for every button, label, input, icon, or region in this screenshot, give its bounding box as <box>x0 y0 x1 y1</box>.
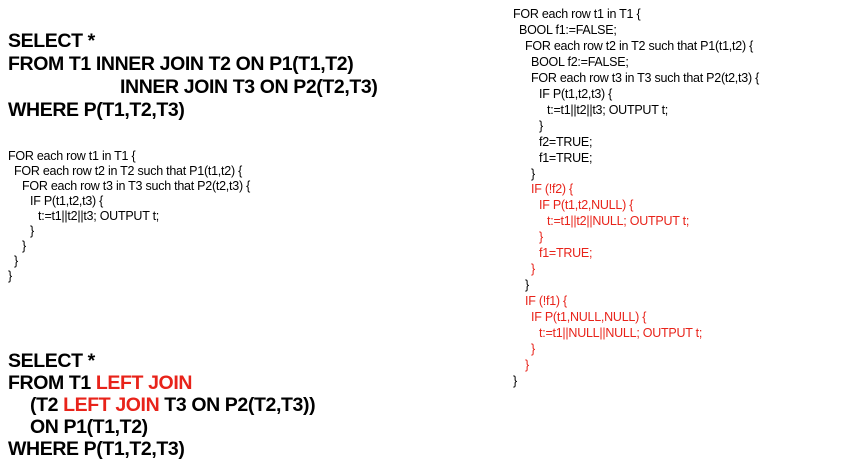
code2-line-5: FOR each row t3 in T3 such that P2(t2,t3… <box>531 71 759 86</box>
highlighted-code-text: f1=TRUE; <box>539 246 593 261</box>
code2-line-11: } <box>531 167 535 182</box>
code-text: f2=TRUE; <box>539 134 593 149</box>
code-text: } <box>539 118 543 133</box>
highlighted-code-text: t:=t1||NULL||NULL; OUTPUT t; <box>539 326 703 340</box>
code2-line-21: t:=t1||NULL||NULL; OUTPUT t; <box>539 326 702 341</box>
code-text: } <box>525 278 529 293</box>
code2-line-24: } <box>513 374 517 389</box>
code2-line-9: f2=TRUE; <box>539 135 592 150</box>
code-text: T3 ON P2(T2,T3)) <box>159 394 316 416</box>
code2-line-4: BOOL f2:=FALSE; <box>531 55 629 70</box>
code-text: BOOL f1:=FALSE; <box>519 22 617 37</box>
query1-line-1: SELECT * <box>8 30 95 53</box>
code-text: WHERE P(T1,T2,T3) <box>8 438 185 460</box>
code-text: } <box>513 373 517 388</box>
code1-line-8: } <box>14 254 18 269</box>
query2-line-3: (T2 LEFT JOIN T3 ON P2(T2,T3)) <box>30 394 316 417</box>
code2-line-12: IF (!f2) { <box>531 182 573 197</box>
code1-line-4: IF P(t1,t2,t3) { <box>30 194 103 209</box>
highlighted-code-text: IF P(t1,t2,NULL) { <box>539 198 634 213</box>
code1-line-6: } <box>30 224 34 239</box>
query2-line-5: WHERE P(T1,T2,T3) <box>8 438 185 461</box>
code1-line-9: } <box>8 269 12 284</box>
highlighted-code-text: IF (!f1) { <box>525 294 567 309</box>
highlighted-code-text: IF P(t1,NULL,NULL) { <box>531 310 647 325</box>
code-text: FOR each row t3 in T3 such that P2(t2,t3… <box>22 179 251 193</box>
code-text: SELECT * <box>8 350 95 372</box>
highlighted-code-text: } <box>525 357 529 372</box>
code2-line-20: IF P(t1,NULL,NULL) { <box>531 310 646 325</box>
code-text: IF P(t1,t2,t3) { <box>30 194 104 208</box>
code2-line-19: IF (!f1) { <box>525 294 567 309</box>
query2-line-4: ON P1(T1,T2) <box>30 416 148 439</box>
code-text: SELECT * <box>8 30 95 52</box>
code1-line-7: } <box>22 239 26 254</box>
code-text: WHERE P(T1,T2,T3) <box>8 99 185 121</box>
highlighted-code-text: LEFT JOIN <box>63 394 160 416</box>
code-text: } <box>22 239 26 253</box>
code-text: t:=t1||t2||t3; OUTPUT t; <box>38 209 160 223</box>
code2-line-6: IF P(t1,t2,t3) { <box>539 87 612 102</box>
code2-line-18: } <box>525 278 529 293</box>
code2-line-23: } <box>525 358 529 373</box>
code2-line-22: } <box>531 342 535 357</box>
code-text: FROM T1 <box>8 372 96 394</box>
code1-line-5: t:=t1||t2||t3; OUTPUT t; <box>38 209 159 224</box>
code2-line-7: t:=t1||t2||t3; OUTPUT t; <box>547 103 668 118</box>
code-text: FOR each row t1 in T1 { <box>513 7 641 21</box>
code-text: } <box>8 269 12 283</box>
code2-line-16: f1=TRUE; <box>539 246 592 261</box>
code2-line-15: } <box>539 230 543 245</box>
code1-line-2: FOR each row t2 in T2 such that P1(t1,t2… <box>14 164 242 179</box>
code-text: } <box>531 166 535 181</box>
highlighted-code-text: LEFT JOIN <box>95 372 193 394</box>
query2-line-2: FROM T1 LEFT JOIN <box>8 372 192 395</box>
code-text: f1=TRUE; <box>539 150 593 165</box>
code1-line-1: FOR each row t1 in T1 { <box>8 149 136 164</box>
code2-line-8: } <box>539 119 543 134</box>
query1-line-3: INNER JOIN T3 ON P2(T2,T3) <box>120 76 378 99</box>
highlighted-code-text: t:=t1||t2||NULL; OUTPUT t; <box>547 214 690 229</box>
code2-line-10: f1=TRUE; <box>539 151 592 166</box>
code-text: ON P1(T1,T2) <box>30 416 148 438</box>
code-text: FROM T1 INNER JOIN T2 ON P1(T1,T2) <box>8 53 354 75</box>
code-text: } <box>30 224 34 238</box>
code-text: INNER JOIN T3 ON P2(T2,T3) <box>120 76 378 98</box>
query2-line-1: SELECT * <box>8 350 95 373</box>
highlighted-code-text: } <box>539 230 543 245</box>
highlighted-code-text: } <box>531 341 535 356</box>
highlighted-code-text: IF (!f2) { <box>531 182 573 197</box>
code-text: t:=t1||t2||t3; OUTPUT t; <box>547 102 669 117</box>
code-text: FOR each row t1 in T1 { <box>8 149 136 163</box>
highlighted-code-text: } <box>531 262 535 277</box>
code2-line-17: } <box>531 262 535 277</box>
code-text: FOR each row t3 in T3 such that P2(t2,t3… <box>531 70 760 85</box>
code2-line-14: t:=t1||t2||NULL; OUTPUT t; <box>547 214 689 229</box>
query1-line-2: FROM T1 INNER JOIN T2 ON P1(T1,T2) <box>8 53 354 76</box>
code2-line-13: IF P(t1,t2,NULL) { <box>539 198 633 213</box>
code-text: (T2 <box>30 394 64 416</box>
query1-line-4: WHERE P(T1,T2,T3) <box>8 99 185 122</box>
code-text: FOR each row t2 in T2 such that P1(t1,t2… <box>525 38 754 53</box>
code-text: } <box>14 254 18 268</box>
code1-line-3: FOR each row t3 in T3 such that P2(t2,t3… <box>22 179 250 194</box>
code-text: IF P(t1,t2,t3) { <box>539 86 613 101</box>
code2-line-3: FOR each row t2 in T2 such that P1(t1,t2… <box>525 39 753 54</box>
code-text: BOOL f2:=FALSE; <box>531 54 629 69</box>
code2-line-2: BOOL f1:=FALSE; <box>519 23 617 38</box>
code-text: FOR each row t2 in T2 such that P1(t1,t2… <box>14 164 243 178</box>
code2-line-1: FOR each row t1 in T1 { <box>513 7 641 22</box>
